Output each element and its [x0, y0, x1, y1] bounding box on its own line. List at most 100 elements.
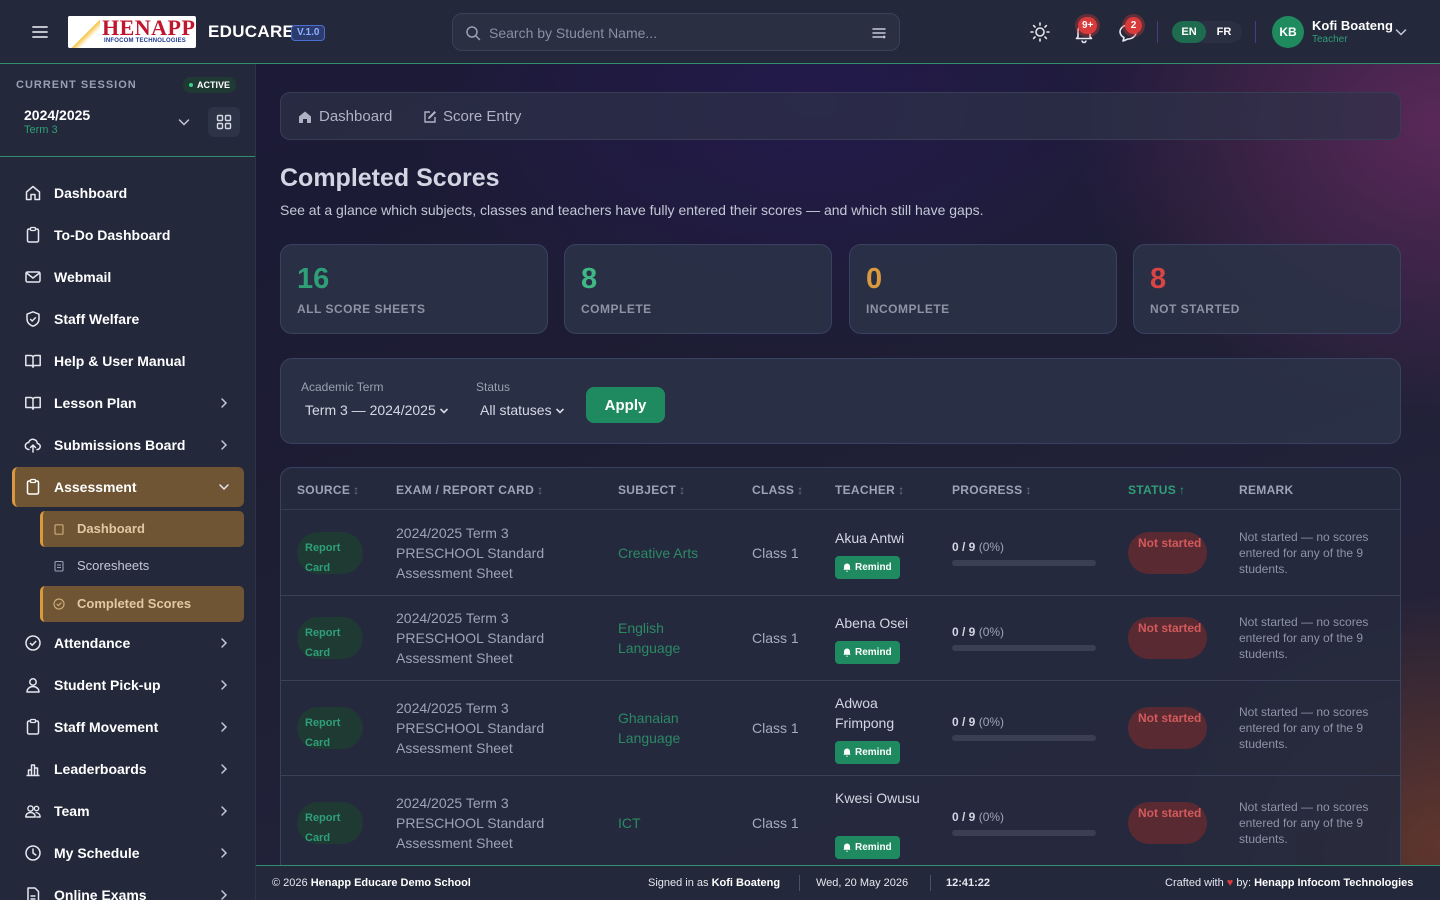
- teacher-name: Abena Osei: [835, 615, 909, 631]
- stat-card-all[interactable]: 16 ALL SCORE SHEETS: [280, 244, 548, 334]
- chevron-right-icon: [218, 805, 230, 817]
- apply-button[interactable]: Apply: [586, 387, 665, 423]
- teacher-name: Akua Antwi: [835, 530, 905, 546]
- exam-name: 2024/2025 Term 3 PRESCHOOL Standard Asse…: [396, 795, 545, 851]
- subject-link[interactable]: Creative Arts: [618, 543, 728, 563]
- stat-card-complete[interactable]: 8 COMPLETE: [564, 244, 832, 334]
- remind-label: Remind: [855, 647, 892, 658]
- sidebar-item-webmail[interactable]: Webmail: [12, 257, 244, 297]
- exam-name: 2024/2025 Term 3 PRESCHOOL Standard Asse…: [396, 525, 545, 581]
- stat-card-incomplete[interactable]: 0 INCOMPLETE: [849, 244, 1117, 334]
- session-chevron-down-icon[interactable]: [176, 114, 192, 130]
- sidebar-item-online-exams[interactable]: Online Exams: [12, 875, 244, 900]
- column-header-subject[interactable]: SUBJECT ↕: [618, 483, 685, 497]
- company-link[interactable]: Henapp Infocom Technologies: [1254, 877, 1413, 889]
- page-subtitle: See at a glance which subjects, classes …: [280, 202, 984, 218]
- sidebar-item-label: Lesson Plan: [54, 395, 137, 411]
- column-header-status[interactable]: STATUS ↑: [1128, 483, 1185, 497]
- sidebar-subitem-assessment-dashboard[interactable]: Dashboard: [40, 511, 244, 547]
- session-year[interactable]: 2024/2025: [24, 107, 90, 123]
- exam-name: 2024/2025 Term 3 PRESCHOOL Standard Asse…: [396, 610, 545, 666]
- breadcrumb: Dashboard Score Entry: [280, 92, 1401, 140]
- sidebar-item-label: Webmail: [54, 269, 112, 285]
- term-select[interactable]: Term 3 — 2024/2025: [305, 402, 449, 418]
- stat-label: INCOMPLETE: [866, 302, 950, 316]
- topbar-divider: [1255, 21, 1256, 43]
- sidebar-item-dashboard[interactable]: Dashboard: [12, 173, 244, 213]
- status-select-value: All statuses: [480, 402, 552, 418]
- column-header-teacher[interactable]: TEACHER ↕: [835, 483, 904, 497]
- sidebar-item-attendance[interactable]: Attendance: [12, 623, 244, 663]
- sidebar: CURRENT SESSION ACTIVE 2024/2025 Term 3 …: [0, 64, 256, 900]
- page-title: Completed Scores: [280, 164, 500, 192]
- remind-button[interactable]: Remind: [835, 741, 900, 764]
- sidebar-item-label: Help & User Manual: [54, 353, 186, 369]
- chevron-right-icon: [218, 763, 230, 775]
- status-filter-label: Status: [476, 380, 511, 394]
- remind-label: Remind: [855, 747, 892, 758]
- sidebar-subitem-label: Completed Scores: [77, 596, 192, 611]
- subject-link[interactable]: English Language: [618, 618, 728, 658]
- sidebar-item-team[interactable]: Team: [12, 791, 244, 831]
- progress-bar: [952, 830, 1096, 836]
- column-header-exam[interactable]: EXAM / REPORT CARD ↕: [396, 483, 543, 497]
- chevron-right-icon: [218, 889, 230, 900]
- footer-clock: 12:41:22: [946, 877, 991, 889]
- sidebar-item-staff-welfare[interactable]: Staff Welfare: [12, 299, 244, 339]
- remind-button[interactable]: Remind: [835, 641, 900, 664]
- lang-en-button[interactable]: EN: [1172, 21, 1206, 43]
- user-menu-chevron-down-icon[interactable]: [1394, 25, 1408, 39]
- stat-value: 8: [581, 263, 598, 295]
- stat-card-not-started[interactable]: 8 NOT STARTED: [1133, 244, 1401, 334]
- sidebar-item-submissions-board[interactable]: Submissions Board: [12, 425, 244, 465]
- chevron-right-icon: [218, 679, 230, 691]
- sidebar-item-staff-movement[interactable]: Staff Movement: [12, 707, 244, 747]
- sidebar-item-label: Submissions Board: [54, 437, 186, 453]
- column-header-progress[interactable]: PROGRESS ↕: [952, 483, 1032, 497]
- subject-link[interactable]: Ghanaian Language: [618, 708, 728, 748]
- sidebar-item-assessment[interactable]: Assessment: [12, 467, 244, 507]
- sidebar-item-help[interactable]: Help & User Manual: [12, 341, 244, 381]
- breadcrumb-label: Dashboard: [319, 108, 393, 125]
- session-label: CURRENT SESSION: [16, 79, 137, 91]
- sidebar-subitem-completed-scores[interactable]: Completed Scores: [40, 586, 244, 622]
- language-switcher: EN FR: [1172, 21, 1242, 43]
- logo-mark: [68, 16, 100, 48]
- source-badge: Report Card: [297, 707, 363, 749]
- chevron-right-icon: [218, 847, 230, 859]
- remark-text: Not started — no scores entered for any …: [1239, 615, 1369, 661]
- progress-text: 0 / 9 (0%): [952, 810, 1005, 824]
- subject-link[interactable]: ICT: [618, 813, 728, 833]
- remind-button[interactable]: Remind: [835, 556, 900, 579]
- apps-grid-button[interactable]: [208, 107, 240, 137]
- theme-toggle-sun-icon[interactable]: [1028, 20, 1052, 44]
- filter-icon[interactable]: [871, 25, 887, 41]
- menu-toggle-icon[interactable]: [28, 20, 52, 44]
- search-input[interactable]: [489, 22, 859, 44]
- chevron-right-icon: [218, 397, 230, 409]
- sidebar-item-label: Dashboard: [54, 185, 128, 201]
- heart-icon: ♥: [1226, 877, 1234, 889]
- footer-divider: [799, 875, 800, 891]
- user-role: Teacher: [1312, 34, 1348, 45]
- sidebar-item-label: Student Pick-up: [54, 677, 161, 693]
- column-header-source[interactable]: SOURCE ↕: [297, 483, 359, 497]
- user-name[interactable]: Kofi Boateng: [1312, 18, 1393, 33]
- sidebar-item-my-schedule[interactable]: My Schedule: [12, 833, 244, 873]
- sidebar-item-leaderboards[interactable]: Leaderboards: [12, 749, 244, 789]
- chevron-down-icon: [439, 408, 448, 414]
- sidebar-subitem-scoresheets[interactable]: Scoresheets: [40, 548, 244, 584]
- sidebar-item-lesson-plan[interactable]: Lesson Plan: [12, 383, 244, 423]
- column-header-class[interactable]: CLASS ↕: [752, 483, 803, 497]
- sidebar-item-student-pickup[interactable]: Student Pick-up: [12, 665, 244, 705]
- grid-icon: [216, 114, 232, 130]
- henapp-logo[interactable]: HENAPP INFOCOM TECHNOLOGIES: [68, 16, 196, 48]
- status-select[interactable]: All statuses: [480, 402, 565, 418]
- remind-button[interactable]: Remind: [835, 836, 900, 859]
- source-badge: Report Card: [297, 802, 363, 844]
- table-header: SOURCE ↕ EXAM / REPORT CARD ↕ SUBJECT ↕ CLA…: [281, 468, 1400, 510]
- sidebar-item-todo-dashboard[interactable]: To-Do Dashboard: [12, 215, 244, 255]
- lang-fr-button[interactable]: FR: [1207, 21, 1241, 43]
- avatar[interactable]: KB: [1272, 16, 1304, 48]
- stat-value: 0: [866, 263, 883, 295]
